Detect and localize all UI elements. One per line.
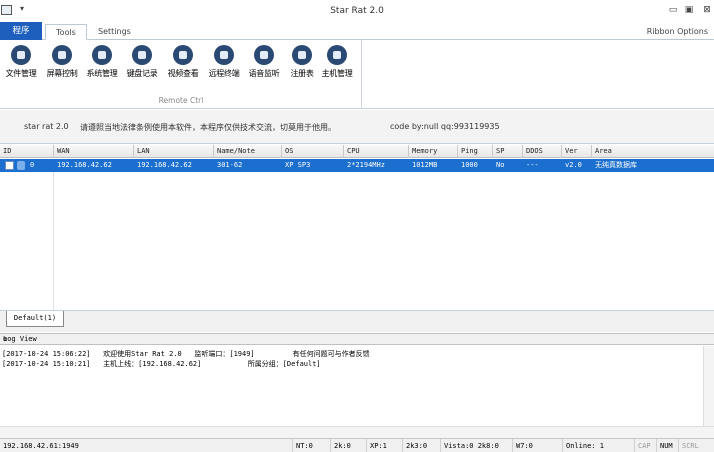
remote-terminal-label: 远程终端: [208, 69, 240, 78]
file-manager-label: 文件管理: [5, 69, 37, 78]
cell-id: 0: [30, 161, 35, 169]
folder-icon: [11, 45, 31, 65]
log-vertical-scrollbar[interactable]: [703, 346, 714, 426]
download-arrow-icon: [292, 45, 312, 65]
camera-icon: [173, 45, 193, 65]
registry-button[interactable]: 注册表: [282, 45, 322, 89]
award-ribbon-icon: [327, 45, 347, 65]
group-tab-strip: Default(1): [0, 310, 714, 332]
listen-address: 192.168.42.61:1949: [3, 442, 79, 450]
chat-bubble-icon: [214, 45, 234, 65]
legal-notice-text: 请遵照当地法律条例使用本软件，本程序仅供技术交流，切莫用于他用。: [80, 123, 336, 132]
system-manager-button[interactable]: 系统管理: [82, 45, 122, 89]
row-checkbox[interactable]: [5, 161, 14, 170]
host-manager-button[interactable]: 主机管理: [317, 45, 357, 89]
log-line: [2017-10-24 15:10:21] 主机上线：[192.168.42.6…: [2, 360, 321, 368]
column-header-ver[interactable]: Ver: [562, 145, 592, 158]
caps-lock-indicator: CAP: [634, 439, 651, 452]
column-header-lan[interactable]: LAN: [134, 145, 214, 158]
tab-settings[interactable]: Settings: [90, 24, 139, 40]
maximize-icon[interactable]: ▣: [682, 3, 696, 17]
cell-area: 无纯真数据库: [595, 161, 637, 169]
ribbon-tab-row: 程序 Tools Settings Ribbon Options: [0, 22, 714, 40]
group-label: Remote Ctrl: [158, 96, 204, 105]
version-text: star rat 2.0: [24, 122, 69, 131]
author-text: code by:null qq:993119935: [390, 122, 500, 131]
close-icon[interactable]: ⊠: [700, 3, 714, 17]
w2k-count: 2k:0: [330, 439, 351, 452]
cell-os: XP SP3: [285, 161, 311, 169]
system-manager-label: 系统管理: [86, 69, 118, 78]
column-header-wan[interactable]: WAN: [54, 145, 134, 158]
video-view-button[interactable]: 视频查看: [163, 45, 203, 89]
remote-terminal-button[interactable]: 远程终端: [204, 45, 244, 89]
cell-ping: 1000: [461, 161, 478, 169]
scroll-lock-indicator: SCRL: [678, 439, 699, 452]
column-header-area[interactable]: Area: [592, 145, 714, 158]
tab-default-group[interactable]: Default(1): [6, 311, 64, 327]
vista-count: Vista:0 2k8:0: [440, 439, 499, 452]
cell-wan: 192.168.42.62: [57, 161, 112, 169]
screen-control-button[interactable]: 屏幕控制: [42, 45, 82, 89]
column-header-id[interactable]: ID: [0, 145, 54, 158]
video-view-label: 视频查看: [167, 69, 199, 78]
minimize-icon[interactable]: ▭: [666, 3, 680, 17]
remote-ctrl-group: 文件管理 屏幕控制 系统管理 键盘记录 视频查看 远程终端 语音监听 注册表 主…: [0, 40, 362, 108]
table-header: ID WAN LAN Name/Note OS CPU Memory Ping …: [0, 145, 714, 158]
cell-name: 301-62: [217, 161, 243, 169]
gear-icon: [92, 45, 112, 65]
column-header-cpu[interactable]: CPU: [344, 145, 409, 158]
registry-label: 注册表: [290, 69, 314, 78]
client-table: ID WAN LAN Name/Note OS CPU Memory Ping …: [0, 145, 714, 310]
tab-tools[interactable]: Tools: [45, 24, 87, 40]
pin-icon[interactable]: ⊕: [3, 334, 712, 345]
cell-memory: 1012MB: [412, 161, 438, 169]
column-header-ping[interactable]: Ping: [458, 145, 493, 158]
w2k3-count: 2k3:0: [402, 439, 427, 452]
column-header-os[interactable]: OS: [282, 145, 344, 158]
column-header-name[interactable]: Name/Note: [214, 145, 282, 158]
monitor-icon: [52, 45, 72, 65]
column-header-memory[interactable]: Memory: [409, 145, 458, 158]
voice-monitor-label: 语音监听: [248, 69, 280, 78]
file-menu-tab[interactable]: 程序: [0, 22, 42, 40]
table-row[interactable]: 0 192.168.42.62 192.168.42.62 301-62 XP …: [0, 159, 714, 172]
nt-count: NT:0: [292, 439, 313, 452]
cell-ddos: ---: [526, 161, 539, 169]
ribbon-panel: 文件管理 屏幕控制 系统管理 键盘记录 视频查看 远程终端 语音监听 注册表 主…: [0, 40, 714, 109]
file-manager-button[interactable]: 文件管理: [1, 45, 41, 89]
num-lock-indicator: NUM: [656, 439, 673, 452]
cell-ver: v2.0: [565, 161, 582, 169]
computer-icon: [17, 161, 25, 170]
title-bar: ▾ Star Rat 2.0 ▭ ▣ ⊠: [0, 0, 714, 22]
bar-chart-icon: [254, 45, 274, 65]
log-horizontal-scrollbar[interactable]: [0, 426, 714, 438]
keylogger-button[interactable]: 键盘记录: [122, 45, 162, 89]
cell-cpu: 2*2194MHz: [347, 161, 385, 169]
keylogger-label: 键盘记录: [126, 69, 158, 78]
id-column-area: [0, 172, 54, 310]
ribbon-options-menu[interactable]: Ribbon Options: [647, 24, 708, 39]
online-count: Online: 1: [562, 439, 604, 452]
xp-count: XP:1: [366, 439, 387, 452]
log-view[interactable]: [2017-10-24 15:06:22] 欢迎使用Star Rat 2.0 监…: [0, 346, 714, 426]
column-header-sp[interactable]: SP: [493, 145, 523, 158]
voice-monitor-button[interactable]: 语音监听: [244, 45, 284, 89]
column-header-ddos[interactable]: DDOS: [523, 145, 562, 158]
pencil-icon: [132, 45, 152, 65]
w7-count: W7:0: [512, 439, 533, 452]
log-line: [2017-10-24 15:06:22] 欢迎使用Star Rat 2.0 监…: [2, 350, 370, 358]
screen-control-label: 屏幕控制: [46, 69, 78, 78]
notice-bar: star rat 2.0 请遵照当地法律条例使用本软件，本程序仅供技术交流，切莫…: [0, 110, 714, 144]
cell-lan: 192.168.42.62: [137, 161, 192, 169]
host-manager-label: 主机管理: [321, 69, 353, 78]
cell-sp: No: [496, 161, 505, 169]
log-view-header: Log View ⊕: [0, 333, 714, 345]
window-title: Star Rat 2.0: [330, 6, 384, 16]
status-bar: 192.168.42.61:1949 NT:0 2k:0 XP:1 2k3:0 …: [0, 438, 714, 452]
